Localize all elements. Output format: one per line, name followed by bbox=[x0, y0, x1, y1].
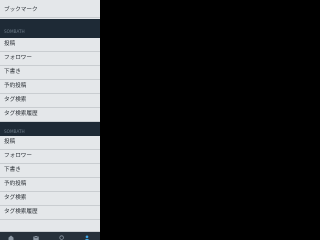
drawer-item-tag-history[interactable]: タグ検索履歴 bbox=[0, 206, 100, 220]
search-icon[interactable] bbox=[59, 235, 65, 240]
drawer-item-tag-search[interactable]: タグ検索 bbox=[0, 192, 100, 206]
drawer-item-empty bbox=[0, 220, 100, 232]
drawer-item-followers[interactable]: フォロワー bbox=[0, 150, 100, 164]
section-header: SOMBATH bbox=[0, 19, 100, 38]
drawer-item-bookmarks[interactable]: ブックマーク bbox=[0, 4, 100, 18]
home-icon[interactable] bbox=[8, 235, 14, 240]
dimmed-content-area[interactable] bbox=[100, 0, 240, 240]
profile-icon[interactable] bbox=[84, 235, 90, 240]
drawer-item-tag-history[interactable]: タグ検索履歴 bbox=[0, 108, 100, 122]
drawer-item-scheduled[interactable]: 予約投稿 bbox=[0, 80, 100, 94]
mail-icon[interactable] bbox=[33, 235, 39, 240]
section-header: SOMBATH bbox=[0, 122, 100, 136]
drawer-item-followers[interactable]: フォロワー bbox=[0, 52, 100, 66]
drawer-item-posts[interactable]: 投稿 bbox=[0, 38, 100, 52]
navigation-drawer: ブックマーク SOMBATH 投稿 フォロワー 下書き 予約投稿 タグ検索 タグ… bbox=[0, 0, 100, 240]
drawer-item-scheduled[interactable]: 予約投稿 bbox=[0, 178, 100, 192]
drawer-item-drafts[interactable]: 下書き bbox=[0, 164, 100, 178]
drawer-item-posts[interactable]: 投稿 bbox=[0, 136, 100, 150]
drawer-item-tag-search[interactable]: タグ検索 bbox=[0, 94, 100, 108]
drawer-item-drafts[interactable]: 下書き bbox=[0, 66, 100, 80]
bottom-nav-bar bbox=[0, 232, 100, 240]
